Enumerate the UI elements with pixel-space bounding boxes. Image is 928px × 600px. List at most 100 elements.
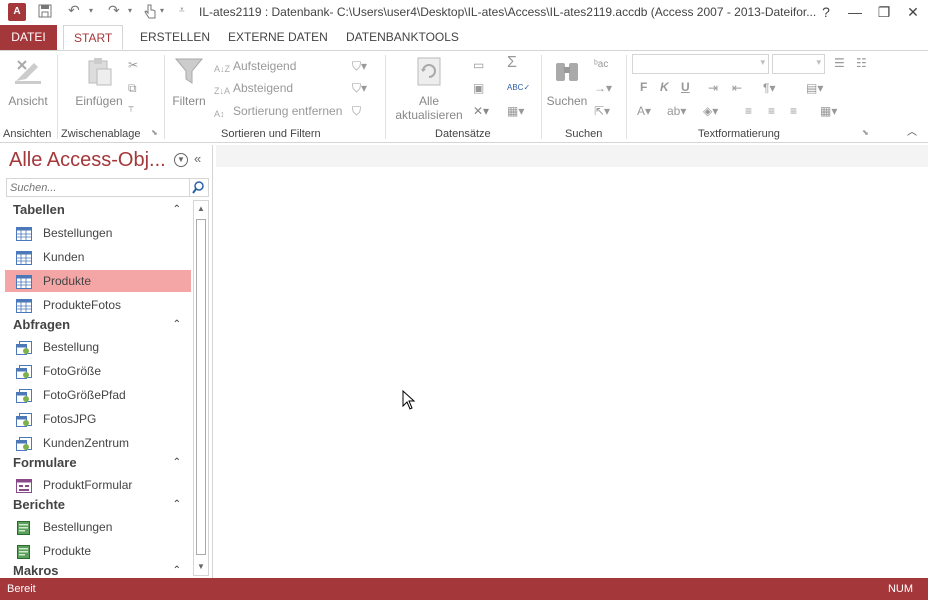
more-records-icon[interactable]: ▦▾ <box>507 101 524 121</box>
spelling-icon[interactable]: ABC✓ <box>507 78 530 98</box>
paragraph-direction-icon[interactable]: ¶▾ <box>763 78 775 98</box>
nav-list-item[interactable]: Bestellung <box>5 336 191 358</box>
fill-color-icon[interactable]: ◈▾ <box>703 101 718 121</box>
goto-icon[interactable]: →▾ <box>594 78 612 98</box>
align-center-icon[interactable]: ≡ <box>768 101 775 121</box>
nav-collapse-icon[interactable]: « <box>194 151 201 166</box>
font-size-select[interactable] <box>772 54 825 74</box>
main-workspace[interactable] <box>216 145 928 578</box>
query-icon <box>16 412 32 427</box>
nav-menu-dropdown-icon[interactable]: ▼ <box>174 153 188 167</box>
collapse-category-icon[interactable]: ⌃ <box>173 495 181 515</box>
redo-dropdown-icon[interactable]: ▾ <box>128 6 132 15</box>
find-button[interactable]: Suchen <box>546 55 588 108</box>
save-record-icon[interactable]: ▣ <box>473 78 484 98</box>
scroll-up-icon[interactable]: ▲ <box>194 201 208 217</box>
view-button[interactable]: Ansicht <box>6 55 50 108</box>
scroll-thumb[interactable] <box>196 219 206 555</box>
delete-record-icon[interactable]: ✕▾ <box>473 101 489 121</box>
nav-category-label: Formulare <box>13 455 77 470</box>
undo-dropdown-icon[interactable]: ▾ <box>89 6 93 15</box>
sort-descending-button[interactable]: Z↓A Absteigend <box>214 78 293 98</box>
nav-category-header[interactable]: Abfragen ⌃ <box>5 315 191 335</box>
nav-list-item[interactable]: FotosJPG <box>5 408 191 430</box>
nav-list-item[interactable]: FotoGrößePfad <box>5 384 191 406</box>
filter-button[interactable]: Filtern <box>170 55 208 108</box>
new-record-icon[interactable]: ▭ <box>473 55 484 75</box>
text-format-launcher-icon[interactable]: ⬊ <box>862 123 869 143</box>
nav-pane-title[interactable]: Alle Access-Obj... <box>9 149 166 172</box>
alternate-row-color-icon[interactable]: ▦▾ <box>820 101 837 121</box>
advanced-filter-icon[interactable]: ⛉▾ <box>352 78 367 98</box>
collapse-category-icon[interactable]: ⌃ <box>173 561 181 576</box>
refresh-all-button[interactable]: Alle aktualisieren <box>390 55 468 122</box>
tab-file[interactable]: DATEI <box>0 25 57 50</box>
format-painter-icon[interactable]: ⸆ <box>128 101 134 121</box>
touch-mode-icon[interactable] <box>143 3 157 22</box>
tab-database-tools[interactable]: DATENBANKTOOLS <box>336 25 469 50</box>
tab-start[interactable]: START <box>63 25 124 50</box>
nav-category-header[interactable]: Formulare ⌃ <box>5 453 191 473</box>
align-left-icon[interactable]: ≡ <box>745 101 752 121</box>
nav-list-item[interactable]: Bestellungen <box>5 222 191 244</box>
sort-ascending-button[interactable]: A↓Z Aufsteigend <box>214 56 296 76</box>
close-button[interactable]: ✕ <box>899 2 927 22</box>
scroll-down-icon[interactable]: ▼ <box>194 559 208 575</box>
nav-category-header[interactable]: Tabellen ⌃ <box>5 200 191 220</box>
collapse-category-icon[interactable]: ⌃ <box>173 315 181 335</box>
query-icon <box>16 388 32 403</box>
bullets-icon[interactable]: ☰ <box>834 53 845 73</box>
font-color-icon[interactable]: A▾ <box>637 101 651 121</box>
numbering-icon[interactable]: ☷ <box>856 53 867 73</box>
help-button[interactable]: ? <box>812 2 840 22</box>
access-logo-icon[interactable]: A <box>8 3 26 21</box>
touch-dropdown-icon[interactable]: ▾ <box>160 6 164 15</box>
gridlines-icon[interactable]: ▤▾ <box>806 78 823 98</box>
customize-qat-icon[interactable]: ⩡ <box>179 5 185 16</box>
select-icon[interactable]: ⇱▾ <box>594 101 610 121</box>
align-right-icon[interactable]: ≡ <box>790 101 797 121</box>
nav-category-header[interactable]: Berichte ⌃ <box>5 495 191 515</box>
nav-scrollbar[interactable]: ▲ ▼ <box>193 200 209 576</box>
highlight-icon[interactable]: ab▾ <box>667 101 686 121</box>
underline-button[interactable]: U <box>681 80 690 94</box>
collapse-ribbon-icon[interactable]: ︿ <box>907 123 917 143</box>
nav-list-item[interactable]: ProduktFormular <box>5 474 191 496</box>
selection-filter-icon[interactable]: ⛉▾ <box>352 56 367 76</box>
redo-icon[interactable]: ↷ <box>108 2 120 19</box>
bold-button[interactable]: F <box>640 80 647 94</box>
save-icon[interactable] <box>38 4 52 21</box>
increase-indent-icon[interactable]: ⇥ <box>708 78 718 98</box>
replace-icon[interactable]: ᵇac <box>594 55 608 75</box>
nav-category-header[interactable]: Makros ⌃ <box>5 561 191 576</box>
nav-list-item[interactable]: Produkte <box>5 540 191 562</box>
nav-list-item[interactable]: ProdukteFotos <box>5 294 191 316</box>
remove-sort-button[interactable]: A↕ Sortierung entfernen <box>214 101 342 121</box>
nav-list-item[interactable]: FotoGröße <box>5 360 191 382</box>
copy-icon[interactable]: ⧉ <box>128 78 137 98</box>
group-views-label: Ansichten <box>3 128 52 140</box>
collapse-category-icon[interactable]: ⌃ <box>173 200 181 220</box>
nav-list-item[interactable]: Kunden <box>5 246 191 268</box>
nav-list-item[interactable]: KundenZentrum <box>5 432 191 454</box>
italic-button[interactable]: K <box>660 80 669 94</box>
tab-external-data[interactable]: EXTERNE DATEN <box>218 25 338 50</box>
decrease-indent-icon[interactable]: ⇤ <box>732 78 742 98</box>
nav-list-item[interactable]: Bestellungen <box>5 516 191 538</box>
cut-icon[interactable]: ✂ <box>128 55 138 75</box>
toggle-filter-icon[interactable]: ⛉ <box>352 101 361 121</box>
nav-list-item[interactable]: Produkte <box>5 270 191 292</box>
undo-icon[interactable]: ↶ <box>68 2 80 19</box>
paste-button[interactable]: Einfügen <box>72 55 126 108</box>
tab-create[interactable]: ERSTELLEN <box>130 25 220 50</box>
paste-icon <box>88 58 112 86</box>
collapse-category-icon[interactable]: ⌃ <box>173 453 181 473</box>
totals-icon[interactable]: Σ <box>507 53 517 73</box>
font-family-select[interactable] <box>632 54 769 74</box>
nav-search-input[interactable] <box>7 179 187 196</box>
search-icon[interactable] <box>189 179 208 196</box>
report-icon <box>16 520 32 535</box>
clipboard-launcher-icon[interactable]: ⬊ <box>151 123 158 143</box>
restore-button[interactable]: ❐ <box>870 2 898 22</box>
minimize-button[interactable]: — <box>841 2 869 22</box>
